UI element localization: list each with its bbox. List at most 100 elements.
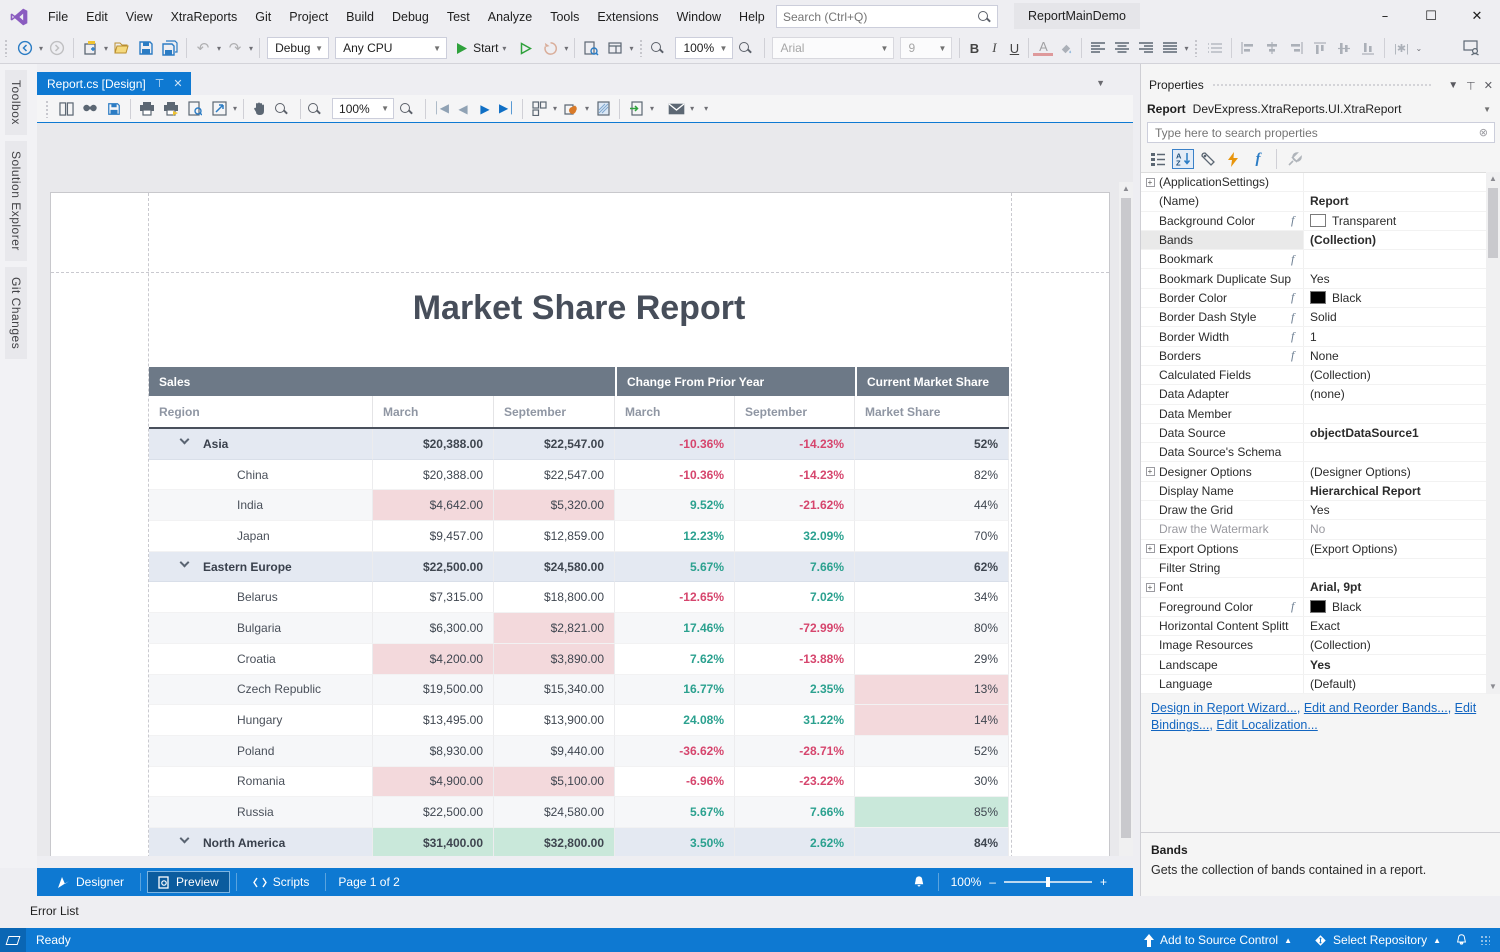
zoom-out-icon[interactable] bbox=[649, 37, 671, 59]
align-center-icon[interactable] bbox=[1111, 37, 1133, 59]
property-row-data-member[interactable]: Data Member bbox=[1141, 405, 1487, 424]
page-color-icon[interactable] bbox=[559, 98, 583, 120]
property-row-draw-the-watermark[interactable]: Draw the WatermarkNo bbox=[1141, 520, 1487, 539]
collapse-chevron-icon[interactable] bbox=[180, 557, 190, 567]
solution-platforms-combo[interactable]: Any CPU▼ bbox=[335, 37, 447, 59]
property-value[interactable]: Yes bbox=[1310, 272, 1330, 286]
close-panel-icon[interactable]: ✕ bbox=[1484, 79, 1493, 92]
align-lefts-icon[interactable] bbox=[1237, 37, 1259, 59]
print-icon[interactable] bbox=[135, 98, 159, 120]
property-value[interactable]: (Collection) bbox=[1310, 233, 1376, 247]
prop-scroll-down-icon[interactable]: ▼ bbox=[1486, 680, 1500, 694]
collapse-chevron-icon[interactable] bbox=[180, 833, 190, 843]
property-row-foreground-color[interactable]: Foreground ColorfBlack bbox=[1141, 598, 1487, 617]
font-name-combo[interactable]: Arial▼ bbox=[772, 37, 894, 59]
navigate-forward-icon[interactable] bbox=[46, 37, 68, 59]
fill-color-icon[interactable] bbox=[1054, 37, 1076, 59]
align-left-icon[interactable] bbox=[1087, 37, 1109, 59]
preview-tab-designer[interactable]: Designer bbox=[47, 871, 134, 893]
scale-icon[interactable] bbox=[207, 98, 231, 120]
new-project-icon[interactable] bbox=[79, 37, 101, 59]
export-document-icon[interactable] bbox=[624, 98, 648, 120]
property-value[interactable]: None bbox=[1310, 349, 1339, 363]
property-value[interactable]: 1 bbox=[1310, 330, 1317, 344]
send-email-caret[interactable]: ▾ bbox=[690, 104, 694, 113]
pin-icon[interactable]: ⊤ bbox=[155, 77, 165, 90]
add-to-source-control-button[interactable]: Add to Source Control ▲ bbox=[1136, 933, 1300, 947]
menu-extensions[interactable]: Extensions bbox=[588, 6, 667, 28]
resize-grip[interactable] bbox=[1480, 935, 1490, 945]
preview-tab-preview[interactable]: Preview bbox=[147, 871, 230, 893]
toolbar-options-caret[interactable]: ▾ bbox=[704, 104, 708, 113]
property-value[interactable]: Black bbox=[1332, 600, 1361, 614]
menu-help[interactable]: Help bbox=[730, 6, 774, 28]
property-row-horizontal-content-splitt[interactable]: Horizontal Content SplittExact bbox=[1141, 617, 1487, 636]
property-value[interactable]: No bbox=[1310, 522, 1325, 536]
expand-icon[interactable]: + bbox=[1146, 583, 1155, 592]
layout-overflow-caret[interactable]: ⌄ bbox=[1415, 44, 1422, 53]
back-dropdown-caret[interactable]: ▾ bbox=[39, 44, 43, 53]
undo-icon[interactable]: ↶ bbox=[192, 37, 214, 59]
multiple-pages-icon[interactable] bbox=[527, 98, 551, 120]
menu-analyze[interactable]: Analyze bbox=[479, 6, 541, 28]
zoom-plus-button[interactable]: + bbox=[1100, 875, 1107, 889]
hot-reload-icon[interactable] bbox=[539, 37, 561, 59]
background-tasks-icon[interactable] bbox=[0, 928, 26, 952]
side-tab-toolbox[interactable]: Toolbox bbox=[5, 70, 27, 135]
first-page-icon[interactable]: ⏐◀ bbox=[430, 101, 452, 116]
search-input[interactable] bbox=[777, 10, 977, 24]
property-value[interactable]: Report bbox=[1310, 194, 1349, 208]
property-row-border-width[interactable]: Border Widthf1 bbox=[1141, 327, 1487, 346]
property-value[interactable]: (none) bbox=[1310, 387, 1345, 401]
property-value[interactable]: (Designer Options) bbox=[1310, 465, 1411, 479]
property-value[interactable]: (Export Options) bbox=[1310, 542, 1397, 556]
link-design-in-report-wizard[interactable]: Design in Report Wizard... bbox=[1151, 701, 1297, 715]
property-value[interactable]: Black bbox=[1332, 291, 1361, 305]
close-tab-icon[interactable]: ✕ bbox=[173, 77, 182, 90]
property-row-filter-string[interactable]: Filter String bbox=[1141, 559, 1487, 578]
menu-build[interactable]: Build bbox=[337, 6, 383, 28]
undo-caret[interactable]: ▾ bbox=[217, 44, 221, 53]
menu-debug[interactable]: Debug bbox=[383, 6, 438, 28]
bold-button[interactable]: B bbox=[964, 41, 984, 56]
group-row-north-america[interactable]: North America$31,400.00$32,800.003.50%2.… bbox=[149, 828, 1009, 856]
preview-tab-scripts[interactable]: Scripts bbox=[243, 871, 320, 893]
alphabetical-view-icon[interactable]: AZ bbox=[1172, 149, 1194, 169]
preview-zoom-in-icon[interactable] bbox=[397, 98, 421, 120]
save-all-icon[interactable] bbox=[159, 37, 181, 59]
object-selector-caret[interactable]: ▼ bbox=[1483, 105, 1491, 114]
save-document-icon[interactable] bbox=[102, 98, 126, 120]
magnifier-tool-icon[interactable] bbox=[272, 98, 296, 120]
document-list-caret[interactable]: ▼ bbox=[1096, 78, 1105, 88]
expressions-icon[interactable]: f bbox=[1247, 149, 1269, 169]
align-middles-icon[interactable] bbox=[1333, 37, 1355, 59]
property-value[interactable]: Exact bbox=[1310, 619, 1340, 633]
property-value[interactable]: (Default) bbox=[1310, 677, 1356, 691]
hot-reload-caret[interactable]: ▾ bbox=[564, 44, 568, 53]
notifications-bell-icon[interactable] bbox=[912, 875, 926, 889]
save-icon[interactable] bbox=[135, 37, 157, 59]
last-page-icon[interactable]: ▶⏐ bbox=[496, 101, 518, 116]
property-row-landscape[interactable]: LandscapeYes bbox=[1141, 655, 1487, 674]
maximize-button[interactable]: ☐ bbox=[1408, 0, 1454, 33]
align-right-icon[interactable] bbox=[1135, 37, 1157, 59]
error-list-panel[interactable]: Error List bbox=[0, 896, 1500, 928]
vertical-scrollbar[interactable]: ▲ ▼ bbox=[1119, 182, 1133, 856]
close-button[interactable]: ✕ bbox=[1454, 0, 1500, 33]
start-without-debugging-icon[interactable] bbox=[515, 37, 537, 59]
align-centers-icon[interactable] bbox=[1261, 37, 1283, 59]
zoom-in-icon[interactable] bbox=[737, 37, 759, 59]
side-tab-git-changes[interactable]: Git Changes bbox=[5, 267, 27, 359]
scale-caret[interactable]: ▾ bbox=[233, 104, 237, 113]
prop-scroll-thumb[interactable] bbox=[1488, 188, 1498, 258]
preview-window-icon[interactable] bbox=[604, 37, 626, 59]
menu-test[interactable]: Test bbox=[438, 6, 479, 28]
property-row-data-source-s-schema[interactable]: Data Source's Schema bbox=[1141, 443, 1487, 462]
property-row-borders[interactable]: BordersfNone bbox=[1141, 347, 1487, 366]
events-icon[interactable] bbox=[1222, 149, 1244, 169]
zoom-level-combo[interactable]: 100%▼ bbox=[675, 37, 733, 59]
solution-configurations-combo[interactable]: Debug▼ bbox=[267, 37, 329, 59]
property-row-language[interactable]: Language(Default) bbox=[1141, 675, 1487, 694]
navigate-back-icon[interactable] bbox=[14, 37, 36, 59]
redo-icon[interactable]: ↷ bbox=[224, 37, 246, 59]
